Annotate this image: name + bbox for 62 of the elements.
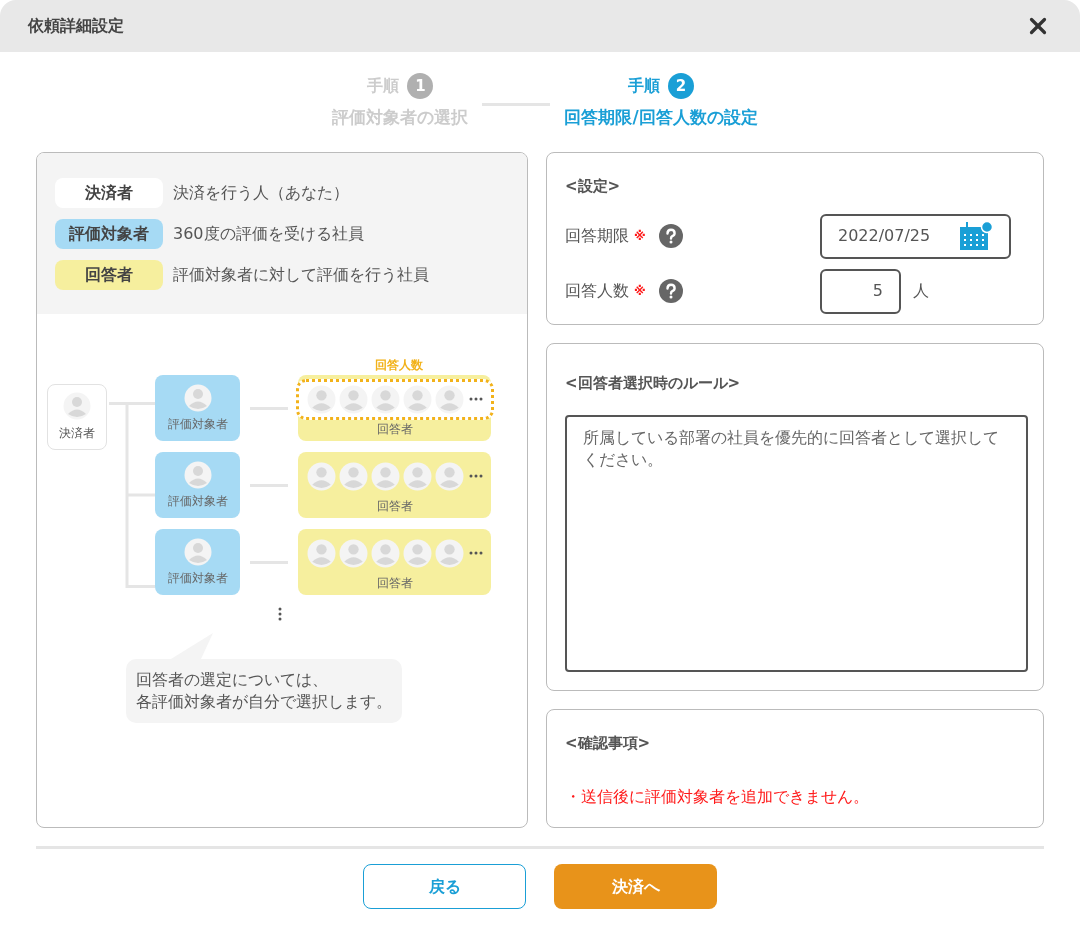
vertical-ellipsis-icon [278,607,282,621]
legend-description: 360度の評価を受ける社員 [173,223,364,245]
approver-label: 決済者 [59,425,95,442]
person-avatar-icon [306,538,336,568]
field-label: 回答人数 [565,280,629,302]
evaluatee-label: 評価対象者 [167,415,228,433]
person-avatar-icon [370,461,400,491]
legend-tag: 決済者 [55,178,163,208]
step-tab[interactable]: 手順 2 回答期限/回答人数の設定 [564,73,758,131]
ellipsis-icon [468,551,483,555]
person-avatar-icon [370,384,400,414]
person-avatar-icon [306,384,336,414]
legend-description: 決済を行う人（あなた） [173,182,349,204]
respondent-count-label: 回答人数 [375,357,423,374]
number-field[interactable]: 5 [820,268,901,314]
date-field[interactable]: 2022/07/25 [820,213,1011,259]
person-avatar-icon [338,538,368,568]
step-label: 手順 [628,75,660,98]
person-avatar-icon [434,461,464,491]
legend-tag: 評価対象者 [55,219,163,249]
person-avatar-icon [338,461,368,491]
respondent-label: 回答者 [376,497,413,515]
calendar-icon[interactable] [959,221,993,251]
section-title: <確認事項> [565,733,652,754]
step-number: 1 [407,73,434,100]
person-avatar-icon [338,384,368,414]
required-mark: ※ [634,283,646,300]
person-avatar-icon [402,538,432,568]
section-title: <設定> [565,176,622,197]
step-number: 2 [668,73,694,100]
person-avatar-icon [370,538,400,568]
person-avatar-icon [183,383,212,412]
window-title: 依頼詳細設定 [28,15,124,37]
ellipsis-icon [468,474,483,478]
warning-text: ・送信後に評価対象者を追加できません。 [565,785,870,808]
person-avatar-icon [402,461,432,491]
help-icon[interactable] [658,224,683,248]
unit-label: 人 [913,280,929,302]
rules-textarea[interactable]: 所属している部署の社員を優先的に回答者として選択してください。 [565,414,1028,672]
field-label: 回答期限 [565,225,629,247]
legend-description: 評価対象者に対して評価を行う社員 [173,264,429,286]
respondent-label: 回答者 [376,420,413,438]
person-avatar-icon [183,460,212,489]
person-avatar-icon [434,384,464,414]
note-text: 各評価対象者が自分で選択します。 [136,691,392,713]
person-avatar-icon [183,537,212,566]
required-mark: ※ [634,228,646,245]
back-button[interactable]: 戻る [363,864,526,909]
person-avatar-icon [306,461,336,491]
section-title: <回答者選択時のルール> [565,373,742,394]
legend-tag: 回答者 [55,260,163,290]
evaluatee-label: 評価対象者 [167,569,228,587]
ellipsis-icon [468,397,483,401]
primary-button[interactable]: 決済へ [554,864,717,909]
evaluatee-label: 評価対象者 [167,492,228,510]
respondent-label: 回答者 [376,574,413,592]
person-avatar-icon [63,392,91,420]
person-avatar-icon [402,384,432,414]
note-text: 回答者の選定については、 [136,669,329,691]
person-avatar-icon [434,538,464,568]
step-caption: 回答期限/回答人数の設定 [564,106,758,130]
help-icon[interactable] [658,279,683,303]
